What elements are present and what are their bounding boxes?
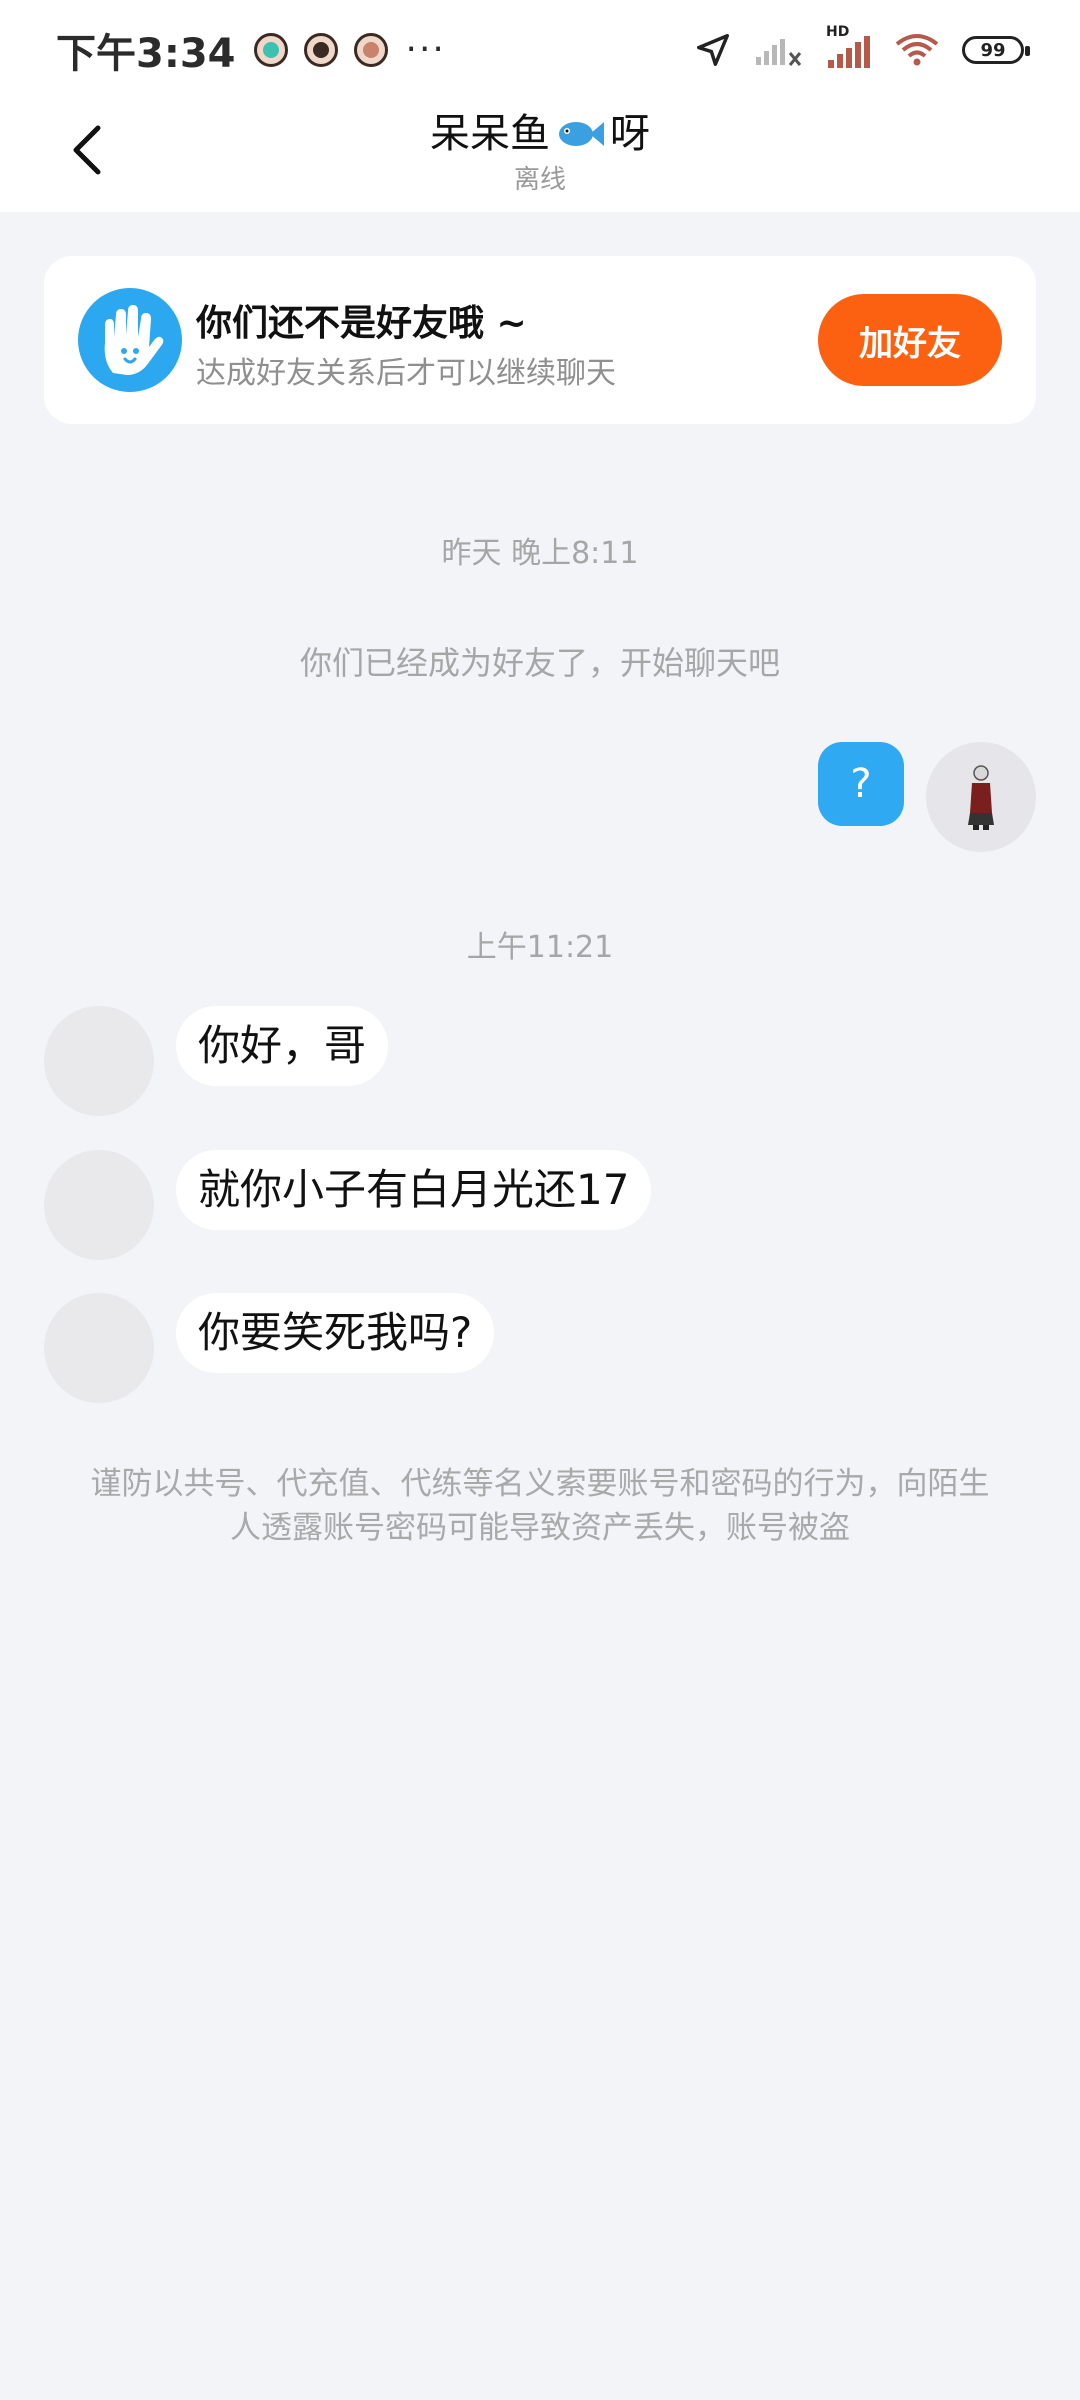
title-wrap: 呆呆鱼 呀 离线	[0, 106, 1080, 198]
status-bar: 下午3:34 ··· HD 99	[0, 0, 1080, 100]
character-avatar-icon	[968, 765, 994, 830]
wifi-icon	[895, 34, 939, 66]
my-avatar[interactable]	[926, 742, 1036, 852]
contact-name: 呆呆鱼 呀	[430, 111, 650, 157]
signal-hd-icon: HD	[826, 24, 872, 70]
timestamp: 昨天 晚上8:11	[441, 536, 639, 571]
location-arrow-icon	[697, 34, 729, 66]
timestamp: 上午11:21	[466, 930, 614, 965]
contact-message-bubble[interactable]: 你要笑死我吗?	[176, 1293, 495, 1373]
fish-emoji-icon	[559, 122, 604, 146]
status-time: 下午3:34	[56, 31, 236, 77]
contact-avatar[interactable]	[44, 1150, 154, 1260]
card-title: 你们还不是好友哦 ~	[196, 303, 527, 344]
online-status: 离线	[513, 165, 566, 195]
more-notifications-icon: ···	[405, 29, 446, 70]
contact-message-bubble[interactable]: 你好，哥	[176, 1006, 389, 1086]
app-notification-icon	[253, 33, 288, 67]
app-notification-icon	[353, 33, 388, 67]
contact-message-bubble[interactable]: 就你小子有白月光还17	[176, 1150, 652, 1230]
signal-no-service-icon	[756, 39, 802, 66]
chat-header: 呆呆鱼 呀 离线	[0, 100, 1080, 212]
battery-icon: 99	[962, 36, 1030, 64]
hand-wave-icon	[78, 288, 182, 392]
not-friends-card: 你们还不是好友哦 ~ 达成好友关系后才可以继续聊天 加好友	[44, 256, 1036, 424]
contact-avatar[interactable]	[44, 1293, 154, 1403]
contact-avatar[interactable]	[44, 1006, 154, 1116]
security-warning: 谨防以共号、代充值、代练等名义索要账号和密码的行为，向陌生人透露账号密码可能导致…	[90, 1466, 990, 1546]
add-friend-button[interactable]: 加好友	[818, 294, 1002, 386]
my-message-bubble[interactable]: ?	[818, 742, 904, 826]
system-message: 你们已经成为好友了，开始聊天吧	[299, 644, 780, 682]
notification-icons	[253, 33, 388, 67]
card-subtitle: 达成好友关系后才可以继续聊天	[196, 356, 616, 391]
app-notification-icon	[303, 33, 338, 67]
